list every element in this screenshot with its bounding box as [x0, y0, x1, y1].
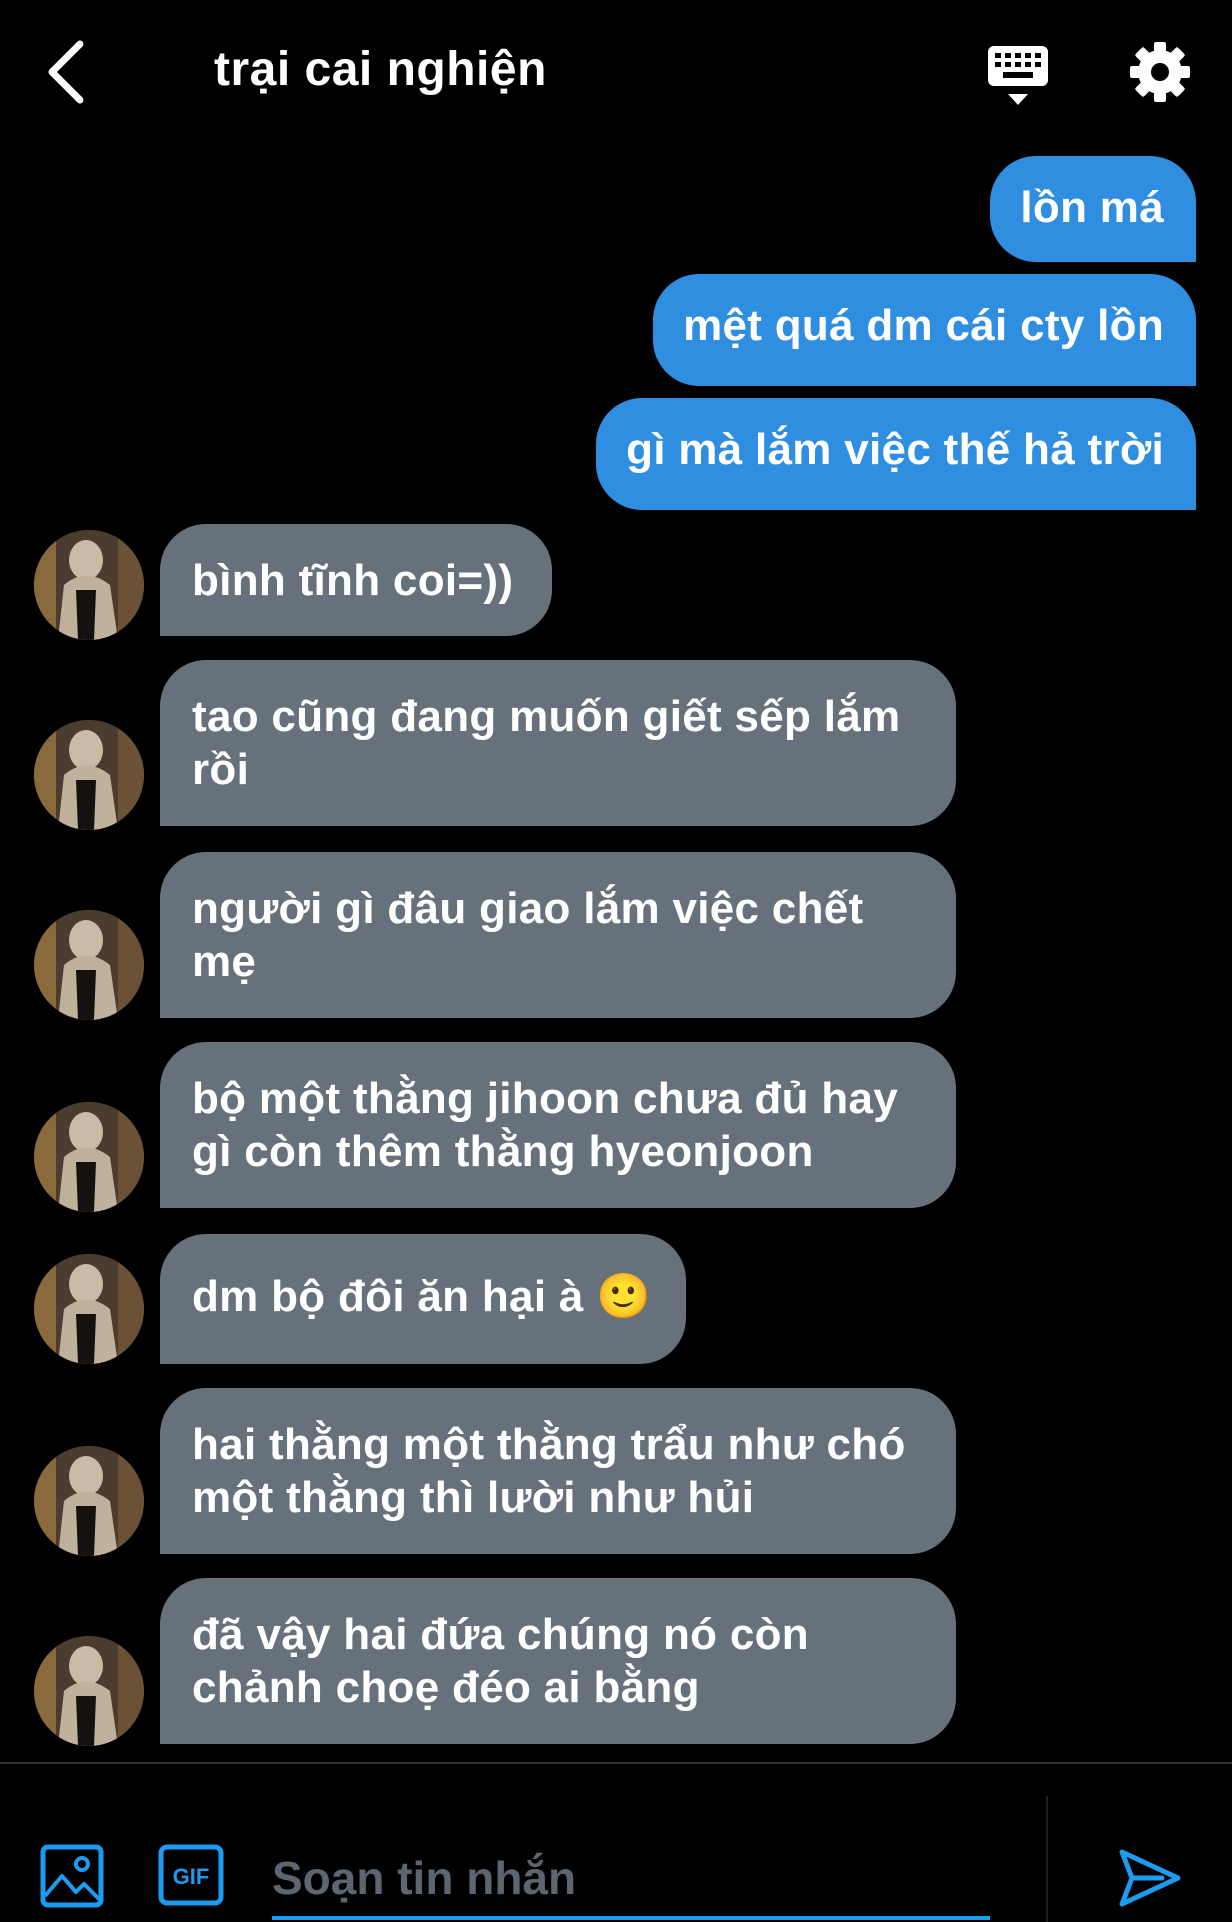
- incoming-message[interactable]: hai thằng một thằng trẩu như chó một thằ…: [160, 1388, 956, 1554]
- settings-button[interactable]: [1128, 40, 1192, 104]
- add-media-button[interactable]: [40, 1844, 104, 1908]
- incoming-message[interactable]: tao cũng đang muốn giết sếp lắm rồi: [160, 660, 956, 826]
- avatar-photo: [34, 910, 144, 1020]
- outgoing-message[interactable]: lồn má: [990, 156, 1196, 262]
- outgoing-message[interactable]: gì mà lắm việc thế hả trời: [596, 398, 1196, 510]
- keyboard-icon: [988, 46, 1048, 105]
- avatar-photo: [34, 1636, 144, 1746]
- avatar-photo: [34, 1102, 144, 1212]
- incoming-message[interactable]: bộ một thằng jihoon chưa đủ hay gì còn t…: [160, 1042, 956, 1208]
- avatar[interactable]: [34, 1446, 144, 1556]
- avatar[interactable]: [34, 910, 144, 1020]
- back-button[interactable]: [38, 34, 98, 110]
- gear-icon: [1130, 42, 1190, 102]
- incoming-message[interactable]: người gì đâu giao lắm việc chết mẹ: [160, 852, 956, 1018]
- avatar[interactable]: [34, 720, 144, 830]
- avatar[interactable]: [34, 1254, 144, 1364]
- incoming-message[interactable]: dm bộ đôi ăn hại à 🙂: [160, 1234, 686, 1364]
- avatar-photo: [34, 720, 144, 830]
- avatar[interactable]: [34, 530, 144, 640]
- avatar-photo: [34, 1254, 144, 1364]
- incoming-message[interactable]: đã vậy hai đứa chúng nó còn chảnh choẹ đ…: [160, 1578, 956, 1744]
- gif-icon: GIF: [158, 1844, 224, 1906]
- keyboard-toggle-button[interactable]: [986, 42, 1050, 110]
- avatar-photo: [34, 530, 144, 640]
- avatar-photo: [34, 1446, 144, 1556]
- avatar[interactable]: [34, 1102, 144, 1212]
- conversation-header: trại cai nghiện: [0, 0, 1232, 150]
- conversation-title[interactable]: trại cai nghiện: [214, 42, 547, 97]
- composer-divider: [1046, 1796, 1048, 1922]
- add-gif-button[interactable]: GIF: [158, 1844, 224, 1906]
- incoming-message[interactable]: bình tĩnh coi=)): [160, 524, 552, 636]
- input-focus-underline: [272, 1916, 990, 1920]
- outgoing-message[interactable]: mệt quá dm cái cty lồn: [653, 274, 1196, 386]
- message-list[interactable]: lồn má mệt quá dm cái cty lồn gì mà lắm …: [0, 150, 1232, 1760]
- avatar[interactable]: [34, 1636, 144, 1746]
- send-button[interactable]: [1118, 1846, 1182, 1910]
- chevron-left-icon: [48, 40, 84, 104]
- message-input[interactable]: [272, 1842, 1012, 1914]
- image-icon: [40, 1844, 104, 1908]
- message-composer: GIF: [0, 1762, 1232, 1922]
- send-icon: [1119, 1849, 1181, 1907]
- svg-text:GIF: GIF: [173, 1864, 210, 1889]
